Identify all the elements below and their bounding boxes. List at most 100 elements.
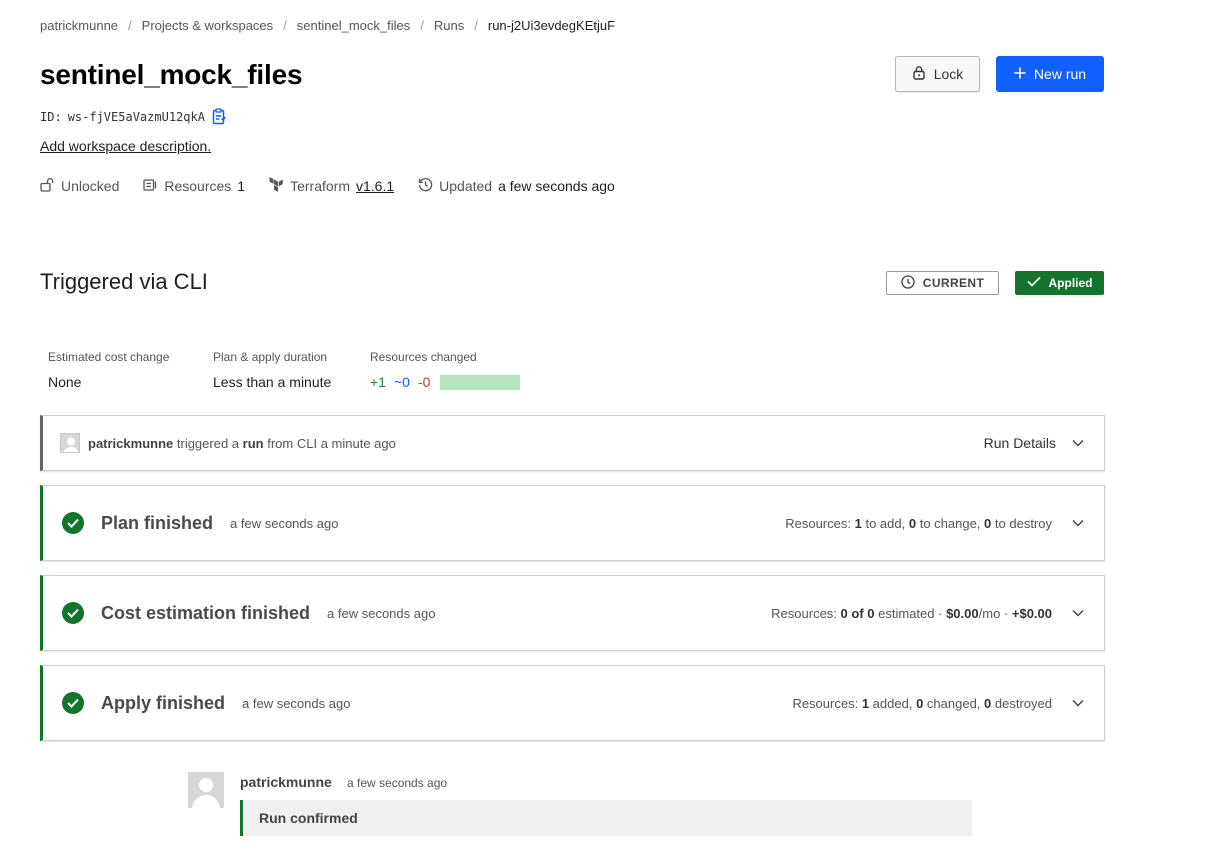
resources-changed-label: Resources changed: [370, 350, 477, 364]
terraform-version: Terraform v1.6.1: [269, 177, 394, 195]
lock-status: Unlocked: [40, 177, 119, 195]
workspace-meta: Unlocked Resources 1 Terraform v1.6.1 Up…: [40, 177, 615, 195]
apply-resources-summary: Resources: 1 added, 0 changed, 0 destroy…: [792, 696, 1052, 711]
chevron-down-icon[interactable]: [1072, 699, 1084, 707]
terraform-version-link[interactable]: v1.6.1: [356, 178, 394, 194]
comment-author: patrickmunne: [240, 774, 332, 790]
run-trigger-card: patrickmunne triggered a run from CLI a …: [40, 415, 1105, 471]
resources-label: Resources: [164, 178, 232, 194]
check-icon: [1026, 276, 1041, 290]
new-run-button-label: New run: [1033, 66, 1087, 82]
apply-step-card[interactable]: Apply finished a few seconds ago Resourc…: [40, 665, 1105, 741]
chevron-down-icon: [1072, 439, 1084, 447]
run-details-label: Run Details: [983, 435, 1056, 451]
comment-body: Run confirmed: [240, 800, 972, 836]
workspace-id-value: ws-fjVE5aVazmU12qkA: [67, 109, 205, 124]
current-badge-label: CURRENT: [922, 276, 985, 290]
cost-estimated-count: 0 of 0: [840, 605, 875, 621]
duration-label: Plan & apply duration: [213, 350, 328, 364]
apply-step-resources: Resources: 1 added, 0 changed, 0 destroy…: [792, 696, 1104, 711]
cost-step-title: Cost estimation finished: [101, 602, 311, 623]
plus-icon: [1014, 66, 1026, 82]
lock-button[interactable]: Lock: [895, 56, 980, 92]
applied-status-badge: Applied: [1015, 271, 1104, 295]
success-check-icon: [62, 602, 84, 624]
resources-added-count: +1: [370, 374, 386, 390]
plan-change-text: to change,: [919, 515, 981, 531]
cost-change-value: None: [48, 374, 82, 390]
cost-resources-label: Resources:: [771, 605, 837, 621]
duration-value: Less than a minute: [213, 374, 332, 390]
run-title: Triggered via CLI: [40, 269, 208, 294]
updated-value: a few seconds ago: [498, 178, 615, 194]
clock-icon: [901, 274, 915, 292]
apply-step-title: Apply finished: [101, 692, 226, 713]
plan-add-count: 1: [854, 515, 862, 531]
resources-value: 1: [237, 178, 246, 194]
cost-change-stat: Estimated cost change None: [48, 350, 213, 390]
cost-delta-value: +$0.00: [1011, 605, 1052, 621]
apply-destroyed-count: 0: [984, 695, 992, 711]
plan-step-card[interactable]: Plan finished a few seconds ago Resource…: [40, 485, 1105, 561]
plan-resources-summary: Resources: 1 to add, 0 to change, 0 to d…: [785, 516, 1052, 531]
success-check-icon: [62, 512, 84, 534]
resources-changed-value: +1 ~0 -0: [370, 374, 521, 390]
plan-destroy-text: to destroy: [994, 515, 1052, 531]
cost-estimation-step-card[interactable]: Cost estimation finished a few seconds a…: [40, 575, 1105, 651]
cost-step-resources: Resources: 0 of 0 estimated · $0.00/mo ·…: [771, 606, 1104, 621]
copy-icon[interactable]: [211, 108, 227, 125]
breadcrumb-current-run: run-j2Ui3evdegKEtjuF: [487, 18, 616, 33]
avatar: [60, 433, 80, 453]
applied-status-label: Applied: [1048, 276, 1093, 290]
lock-status-text: Unlocked: [61, 178, 120, 194]
chevron-down-icon[interactable]: [1072, 609, 1084, 617]
breadcrumb-workspace[interactable]: sentinel_mock_files: [297, 18, 410, 33]
success-check-icon: [62, 692, 84, 714]
resources-count: Resources 1: [143, 178, 245, 195]
resources-changed-count: ~0: [393, 374, 410, 390]
plan-change-count: 0: [908, 515, 917, 531]
apply-destroyed-text: destroyed: [994, 695, 1052, 711]
avatar: [188, 772, 224, 808]
add-workspace-description-link[interactable]: Add workspace description.: [40, 138, 211, 154]
run-details-toggle[interactable]: Run Details: [984, 435, 1104, 451]
terraform-label: Terraform: [290, 178, 350, 194]
breadcrumb-org[interactable]: patrickmunne: [40, 18, 118, 33]
breadcrumb-separator: /: [283, 18, 287, 33]
trigger-text-2: from CLI a minute ago: [267, 435, 396, 451]
chevron-down-icon[interactable]: [1072, 519, 1084, 527]
workspace-id-label: ID:: [40, 109, 62, 124]
cost-monthly-value: $0.00: [946, 605, 979, 621]
apply-step-time: a few seconds ago: [242, 695, 351, 711]
trigger-text-1: triggered a: [176, 435, 240, 451]
resources-changed-stat: Resources changed +1 ~0 -0: [370, 350, 521, 390]
plan-step-resources: Resources: 1 to add, 0 to change, 0 to d…: [785, 516, 1104, 531]
breadcrumb: patrickmunne / Projects & workspaces / s…: [40, 18, 615, 33]
cost-monthly-suffix: /mo ·: [978, 605, 1009, 621]
apply-added-count: 1: [861, 695, 870, 711]
comment-time: a few seconds ago: [347, 776, 448, 790]
plan-add-text: to add,: [865, 515, 906, 531]
updated-time: Updated a few seconds ago: [418, 177, 615, 195]
apply-changed-text: changed,: [926, 695, 981, 711]
plan-destroy-count: 0: [984, 515, 992, 531]
trigger-run-word: run: [242, 435, 264, 451]
breadcrumb-runs[interactable]: Runs: [434, 18, 464, 33]
lock-icon: [912, 65, 926, 83]
run-stats: Estimated cost change None Plan & apply …: [48, 350, 521, 390]
plan-step-title: Plan finished: [101, 512, 214, 533]
plan-resources-label: Resources:: [785, 515, 851, 531]
trigger-text: patrickmunne triggered a run from CLI a …: [88, 436, 396, 451]
cost-step-time: a few seconds ago: [327, 605, 436, 621]
cost-resources-summary: Resources: 0 of 0 estimated · $0.00/mo ·…: [771, 606, 1052, 621]
new-run-button[interactable]: New run: [996, 56, 1104, 92]
plan-step-time: a few seconds ago: [230, 515, 339, 531]
resources-icon: [143, 178, 158, 195]
breadcrumb-separator: /: [128, 18, 132, 33]
unlock-icon: [40, 177, 55, 195]
lock-button-label: Lock: [933, 66, 964, 82]
breadcrumb-projects[interactable]: Projects & workspaces: [142, 18, 274, 33]
apply-resources-label: Resources:: [792, 695, 859, 711]
resources-destroyed-count: -0: [417, 374, 431, 390]
apply-added-text: added,: [872, 695, 913, 711]
